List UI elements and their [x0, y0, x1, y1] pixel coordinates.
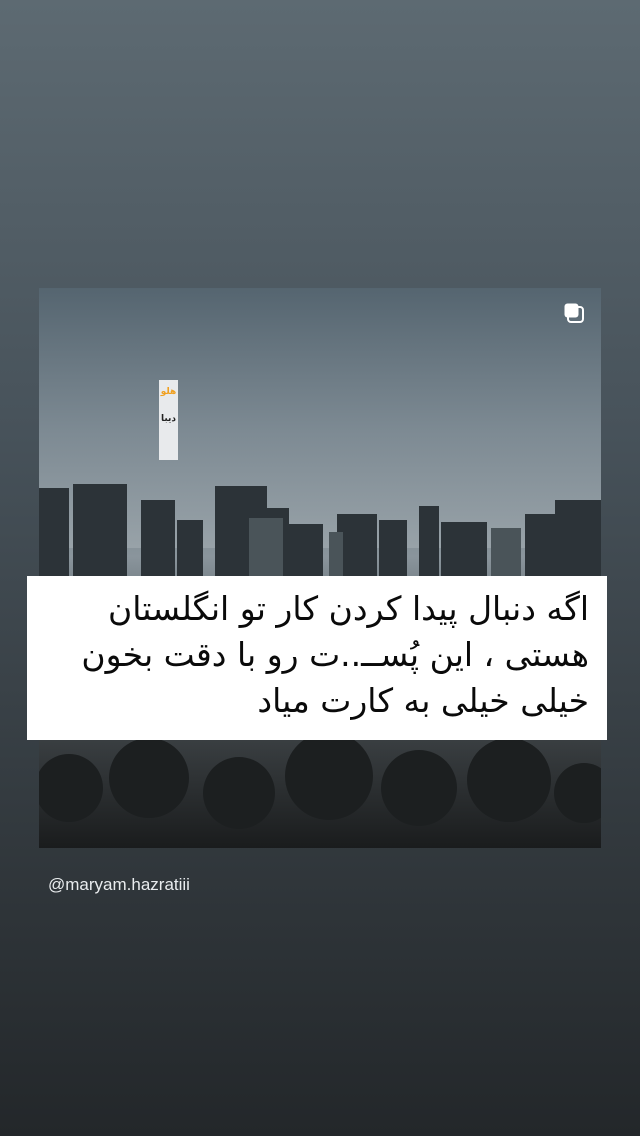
author-username-link[interactable]: @maryam.hazratiii — [48, 874, 190, 896]
sticker-middle-text: دیبا — [160, 414, 177, 424]
multiple-posts-icon[interactable] — [563, 302, 585, 324]
caption-line: هستی ، این پُســ..ت رو با دقت بخون — [81, 635, 589, 674]
caption-line: خیلی خیلی به کارت میاد — [257, 681, 589, 720]
sticker-top-text: هلو — [160, 387, 177, 397]
caption-line: اگه دنبال پیدا کردن کار تو انگلستان — [108, 589, 589, 628]
shared-post-card[interactable]: هلو دیبا — [39, 288, 601, 848]
caption-text-box: اگه دنبال پیدا کردن کار تو انگلستان هستی… — [27, 576, 607, 740]
city-skyline-image — [39, 288, 601, 848]
text-sticker: هلو دیبا — [159, 380, 178, 460]
